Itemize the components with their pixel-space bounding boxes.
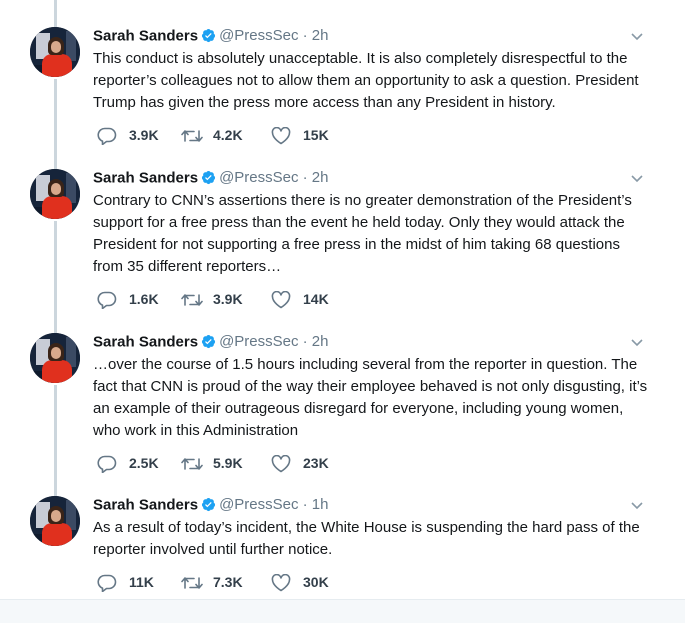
author-name[interactable]: Sarah Sanders (93, 333, 198, 350)
heart-icon (271, 574, 291, 592)
handle-and-time[interactable]: @PressSec · 2h (219, 169, 328, 186)
chevron-down-icon[interactable] (631, 175, 643, 183)
author-name[interactable]: Sarah Sanders (93, 496, 198, 513)
chevron-down-icon[interactable] (631, 339, 643, 347)
tweet-header: Sarah Sanders @PressSec · 1h (93, 496, 329, 516)
thread-line (54, 79, 57, 169)
retweet-count: 7.3K (213, 574, 243, 590)
tweet-header: Sarah Sanders @PressSec · 2h (93, 169, 329, 189)
avatar[interactable] (30, 496, 80, 546)
like-count: 30K (303, 574, 329, 590)
like-count: 15K (303, 127, 329, 143)
thread-line (54, 221, 57, 333)
chevron-down-icon[interactable] (631, 502, 643, 510)
verified-badge-icon (202, 498, 216, 512)
reply-icon (97, 574, 117, 592)
reply-icon (97, 127, 117, 145)
retweet-count: 4.2K (213, 127, 243, 143)
verified-badge-icon (202, 171, 216, 185)
like-count: 23K (303, 455, 329, 471)
avatar[interactable] (30, 333, 80, 383)
avatar[interactable] (30, 27, 80, 77)
heart-icon (271, 455, 291, 473)
reply-icon (97, 455, 117, 473)
heart-icon (271, 127, 291, 145)
retweet-icon (181, 130, 203, 142)
retweet-count: 5.9K (213, 455, 243, 471)
handle-and-time[interactable]: @PressSec · 1h (219, 496, 328, 513)
tweet-text: …over the course of 1.5 hours including … (93, 356, 648, 439)
author-name[interactable]: Sarah Sanders (93, 169, 198, 186)
tweet-text: As a result of today’s incident, the Whi… (93, 519, 640, 558)
reply-count: 11K (129, 574, 154, 590)
handle-and-time[interactable]: @PressSec · 2h (219, 333, 328, 350)
thread-line (54, 0, 57, 27)
tweet-header: Sarah Sanders @PressSec · 2h (93, 333, 329, 353)
reply-count: 3.9K (129, 127, 159, 143)
heart-icon (271, 291, 291, 309)
tweet-text: This conduct is absolutely unacceptable.… (93, 50, 639, 111)
retweet-icon (181, 458, 203, 470)
like-count: 14K (303, 291, 329, 307)
verified-badge-icon (202, 335, 216, 349)
avatar[interactable] (30, 169, 80, 219)
retweet-icon (181, 294, 203, 306)
thread-line (54, 385, 57, 496)
tweet-text: Contrary to CNN’s assertions there is no… (93, 192, 632, 275)
tweet-thread: Sarah Sanders @PressSec · 2h This conduct… (0, 0, 685, 623)
author-name[interactable]: Sarah Sanders (93, 27, 198, 44)
handle-and-time[interactable]: @PressSec · 2h (219, 27, 328, 44)
reply-count: 1.6K (129, 291, 159, 307)
chevron-down-icon[interactable] (631, 33, 643, 41)
reply-icon (97, 291, 117, 309)
retweet-icon (181, 577, 203, 589)
reply-count: 2.5K (129, 455, 159, 471)
retweet-count: 3.9K (213, 291, 243, 307)
tweet-header: Sarah Sanders @PressSec · 2h (93, 27, 329, 47)
timeline-footer (0, 600, 685, 623)
verified-badge-icon (202, 29, 216, 43)
